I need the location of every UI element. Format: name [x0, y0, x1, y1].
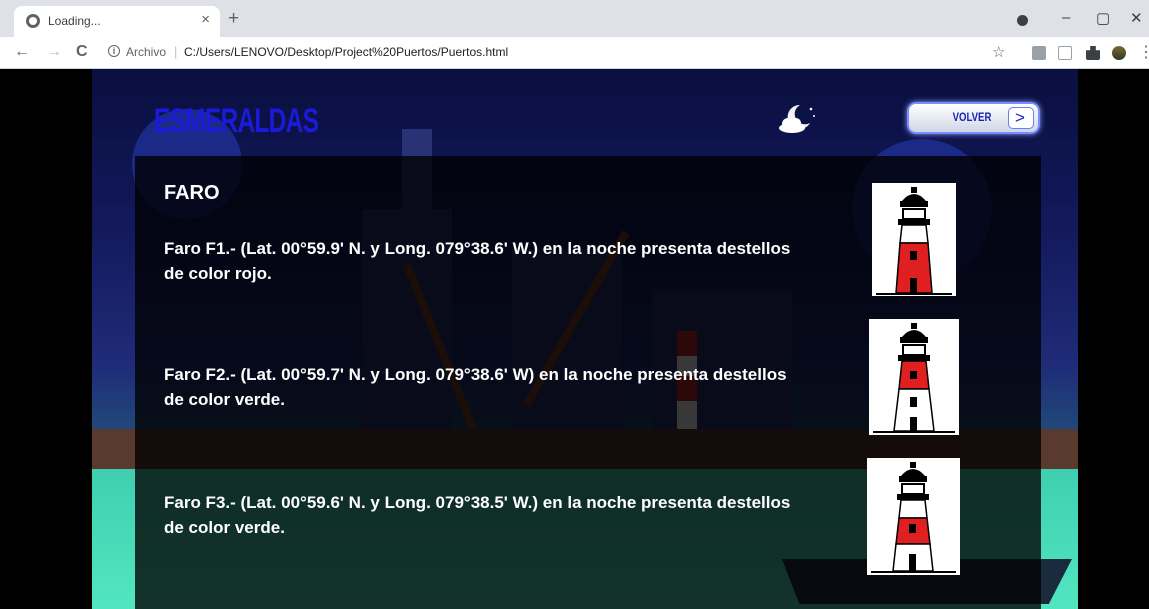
loading-globe-icon [26, 14, 40, 28]
tab-bar: Loading... × + – ▢ ✕ [0, 0, 1149, 37]
tab-title: Loading... [48, 14, 101, 28]
page-title: ESMERALDAS [154, 102, 319, 140]
tab-close-icon[interactable]: × [201, 11, 210, 28]
forward-button[interactable]: → [46, 43, 62, 61]
bookmark-star-icon[interactable]: ☆ [992, 43, 1005, 61]
browser-tab[interactable]: Loading... × [14, 6, 220, 37]
navigation-bar: ← → C i Archivo | C:/Users/LENOVO/Deskto… [0, 37, 1149, 69]
info-icon[interactable]: i [108, 45, 120, 57]
close-window-button[interactable]: ✕ [1130, 9, 1143, 27]
back-button[interactable]: ← [14, 43, 30, 61]
new-tab-button[interactable]: + [228, 9, 239, 28]
arrow-right-icon: > [1015, 108, 1025, 127]
qr-icon[interactable] [1032, 46, 1046, 60]
profile-icon[interactable] [1017, 15, 1028, 26]
minimize-button[interactable]: – [1062, 9, 1070, 26]
origin-label: Archivo [126, 45, 167, 59]
profile-extension-icon[interactable] [1112, 46, 1126, 60]
reload-button[interactable]: C [76, 43, 88, 61]
faro-content-panel: FARO Faro F1.- (Lat. 00°59.9' N. y Long.… [135, 156, 1041, 609]
volver-label: VOLVER [952, 110, 992, 124]
lighthouse-f3-image [867, 458, 960, 575]
web-page: ESMERALDAS VOLVER > FARO Faro F1.- (Lat.… [0, 69, 1149, 609]
url-separator: | [174, 44, 178, 59]
faro-f3-text: Faro F3.- (Lat. 00°59.6' N. y Long. 079°… [164, 493, 791, 537]
section-title: FARO [164, 182, 220, 204]
browser-chrome: Loading... × + – ▢ ✕ ← → C i Archivo | C… [0, 0, 1149, 69]
reader-icon[interactable] [1058, 46, 1072, 60]
lighthouse-f2-image [869, 319, 959, 435]
faro-f2-text: Faro F2.- (Lat. 00°59.7' N. y Long. 079°… [164, 365, 787, 409]
moon-cloud-icon[interactable] [776, 101, 816, 135]
restore-button[interactable]: ▢ [1096, 9, 1110, 27]
volver-button[interactable]: VOLVER > [907, 102, 1040, 134]
menu-icon[interactable]: ⋮ [1138, 42, 1149, 62]
volver-arrow-box: > [1008, 107, 1034, 129]
lighthouse-f1-image [872, 183, 956, 296]
puzzle-icon[interactable] [1086, 46, 1100, 60]
address-bar[interactable]: i Archivo | C:/Users/LENOVO/Desktop/Proj… [98, 41, 998, 65]
faro-f1-text: Faro F1.- (Lat. 00°59.9' N. y Long. 079°… [164, 239, 791, 283]
url-text[interactable]: C:/Users/LENOVO/Desktop/Project%20Puerto… [184, 45, 508, 59]
